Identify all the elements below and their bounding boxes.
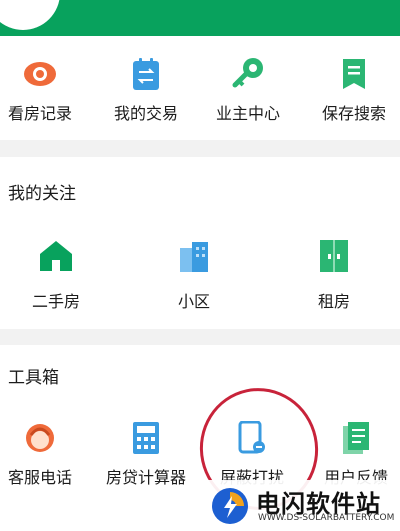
watermark-logo-icon — [210, 486, 250, 526]
quick-action-label: 我的交易 — [113, 104, 178, 123]
avatar[interactable] — [0, 0, 60, 30]
tool-item-customer-service[interactable]: 客服电话 — [2, 420, 78, 488]
quick-action-label: 看房记录 — [7, 104, 72, 123]
transaction-icon — [128, 56, 164, 92]
follow-item-rental[interactable]: 租房 — [298, 238, 370, 312]
feedback-icon — [338, 420, 374, 456]
tool-item-user-feedback[interactable]: 用户反馈 — [316, 420, 396, 488]
quick-action-saved-search[interactable]: 保存搜索 — [316, 56, 392, 124]
house-icon — [38, 238, 74, 274]
tool-item-label: 房贷计算器 — [105, 468, 186, 487]
quick-action-label: 业主中心 — [215, 104, 280, 123]
follow-item-community[interactable]: 小区 — [158, 238, 230, 312]
section-title-follow: 我的关注 — [8, 184, 76, 204]
tool-item-label: 客服电话 — [7, 468, 72, 487]
customer-service-icon — [22, 420, 58, 456]
quick-action-my-transaction[interactable]: 我的交易 — [106, 56, 186, 124]
key-icon — [230, 56, 266, 92]
buildings-icon — [176, 238, 212, 274]
calculator-icon — [128, 420, 164, 456]
follow-item-second-hand[interactable]: 二手房 — [20, 238, 92, 312]
follow-item-label: 二手房 — [31, 292, 80, 311]
quick-action-viewing-record[interactable]: 看房记录 — [4, 56, 76, 124]
tool-item-mortgage-calculator[interactable]: 房贷计算器 — [98, 420, 194, 488]
watermark-url: WWW.DS-SOLARBATTERY.COM — [258, 513, 395, 523]
quick-action-label: 保存搜索 — [321, 104, 386, 123]
header-banner — [0, 0, 400, 36]
follow-item-label: 小区 — [177, 292, 210, 311]
bookmark-list-icon — [336, 56, 372, 92]
follow-item-label: 租房 — [317, 292, 350, 311]
door-icon — [316, 238, 352, 274]
eye-record-icon — [22, 56, 58, 92]
section-title-tools: 工具箱 — [8, 368, 59, 388]
quick-action-owner-center[interactable]: 业主中心 — [212, 56, 284, 124]
